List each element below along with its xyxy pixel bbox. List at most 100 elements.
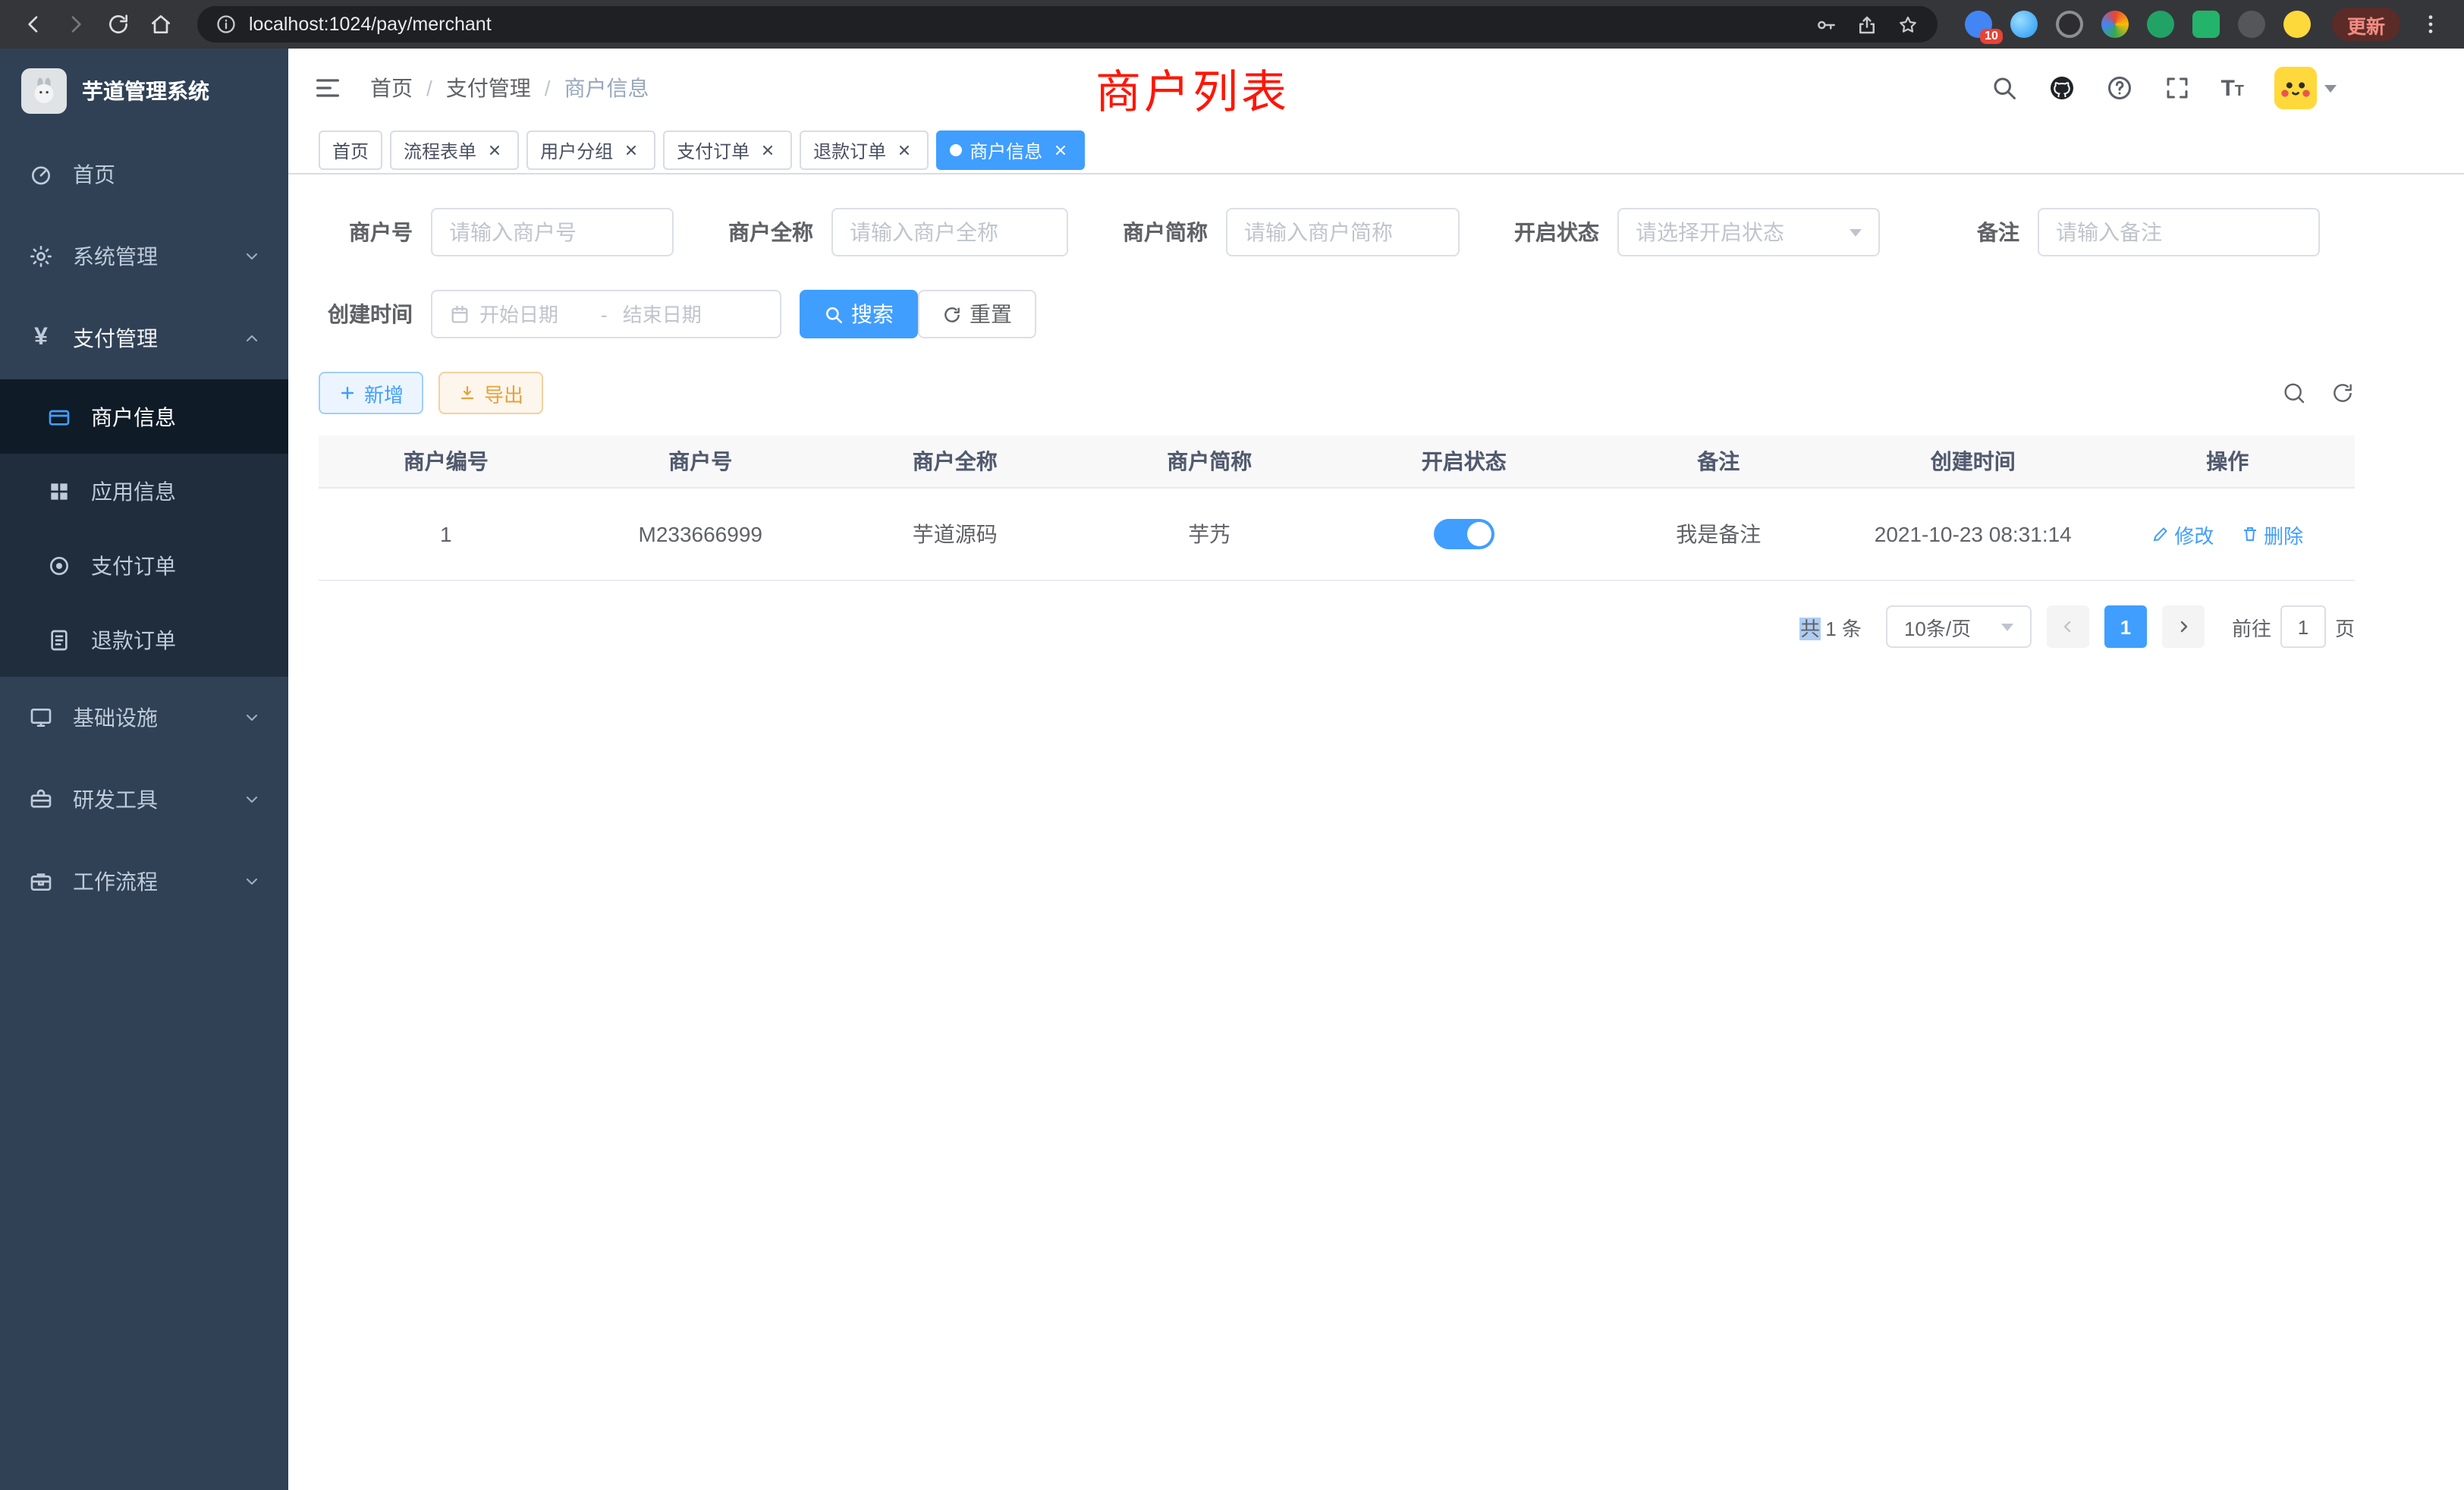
extension-icon-4[interactable] <box>2101 11 2129 38</box>
field-remark: 备注 <box>1925 208 2320 256</box>
tab-user-group[interactable]: 用户分组 <box>526 130 655 170</box>
browser-menu-icon[interactable] <box>2412 6 2449 42</box>
extension-icon-5[interactable] <box>2147 11 2174 38</box>
col-remark: 备注 <box>1592 435 1846 488</box>
page-number-button[interactable]: 1 <box>2104 605 2147 648</box>
merchant-no-input[interactable] <box>431 208 674 256</box>
extension-icon-1[interactable]: 10 <box>1965 11 1992 38</box>
breadcrumb-separator <box>545 76 551 100</box>
password-key-icon[interactable] <box>1815 13 1837 36</box>
fullscreen-icon[interactable] <box>2163 74 2190 102</box>
sidebar-item-infrastructure[interactable]: 基础设施 <box>0 677 288 759</box>
forward-icon[interactable] <box>58 6 94 42</box>
sidebar-item-label: 商户信息 <box>91 401 176 432</box>
tab-home[interactable]: 首页 <box>319 130 382 170</box>
sidebar-item-app-info[interactable]: 应用信息 <box>0 454 288 528</box>
remark-input[interactable] <box>2038 208 2320 256</box>
sidebar: 芋道管理系统 首页 系统管理 ¥ 支付管理 <box>0 49 288 1490</box>
prev-page-button[interactable] <box>2047 605 2089 648</box>
sidebar-item-workflow[interactable]: 工作流程 <box>0 841 288 923</box>
field-label: 商户全称 <box>719 217 813 247</box>
sidebar-item-system[interactable]: 系统管理 <box>0 215 288 297</box>
sidebar-logo[interactable]: 芋道管理系统 <box>0 49 288 134</box>
sidebar-item-label: 退款订单 <box>91 624 176 655</box>
site-info-icon[interactable] <box>215 14 237 35</box>
merchant-short-name-input[interactable] <box>1226 208 1460 256</box>
reload-icon[interactable] <box>100 6 137 42</box>
search-button[interactable]: 搜索 <box>800 290 918 338</box>
refresh-table-icon[interactable] <box>2330 381 2355 405</box>
close-icon[interactable] <box>757 140 778 161</box>
create-time-range-picker[interactable]: - <box>431 290 781 338</box>
page-size-select[interactable]: 10条/页 <box>1886 605 2032 648</box>
tab-refund-orders[interactable]: 退款订单 <box>800 130 929 170</box>
close-icon[interactable] <box>621 140 642 161</box>
end-date-input <box>623 303 729 325</box>
tab-merchant-info[interactable]: 商户信息 <box>936 130 1085 170</box>
close-icon[interactable] <box>1050 140 1071 161</box>
close-icon[interactable] <box>894 140 915 161</box>
breadcrumb-payment[interactable]: 支付管理 <box>446 73 531 103</box>
breadcrumb-home[interactable]: 首页 <box>370 73 413 103</box>
tab-pay-orders[interactable]: 支付订单 <box>663 130 792 170</box>
sidebar-item-payment[interactable]: ¥ 支付管理 <box>0 297 288 379</box>
field-status: 开启状态 请选择开启状态 <box>1505 208 1880 256</box>
tab-process-form[interactable]: 流程表单 <box>390 130 519 170</box>
col-short-name: 商户简称 <box>1083 435 1337 488</box>
font-size-icon[interactable] <box>2220 77 2244 99</box>
goto-label: 前往 <box>2232 612 2271 641</box>
extension-icon-6[interactable] <box>2192 11 2220 38</box>
goto-page-input[interactable] <box>2280 605 2326 648</box>
share-icon[interactable] <box>1856 13 1878 36</box>
sidebar-item-label: 基础设施 <box>73 703 158 733</box>
delete-link[interactable]: 删除 <box>2241 520 2303 549</box>
sidebar-item-refund-orders[interactable]: 退款订单 <box>0 602 288 677</box>
extension-icon-2[interactable] <box>2010 11 2038 38</box>
reset-button[interactable]: 重置 <box>918 290 1036 338</box>
extension-icon-3[interactable] <box>2056 11 2083 38</box>
edit-link[interactable]: 修改 <box>2151 520 2214 549</box>
help-icon[interactable] <box>2105 74 2132 102</box>
export-button[interactable]: 导出 <box>438 372 543 414</box>
extension-icon-8[interactable] <box>2283 11 2311 38</box>
sidebar-item-label: 系统管理 <box>73 241 158 272</box>
status-select[interactable]: 请选择开启状态 <box>1617 208 1880 256</box>
chevron-down-icon <box>243 872 261 891</box>
sidebar-item-home[interactable]: 首页 <box>0 134 288 215</box>
search-form-row-2: 创建时间 - 搜索 <box>319 290 2355 338</box>
extension-icon-7[interactable] <box>2238 11 2265 38</box>
field-label: 创建时间 <box>319 299 413 329</box>
sidebar-item-label: 首页 <box>73 159 115 190</box>
sidebar-item-merchant-info[interactable]: 商户信息 <box>0 379 288 454</box>
sidebar-item-pay-orders[interactable]: 支付订单 <box>0 528 288 602</box>
grid-icon <box>46 479 73 503</box>
browser-update-button[interactable]: 更新 <box>2332 8 2400 41</box>
user-avatar-menu[interactable] <box>2274 67 2337 109</box>
back-icon[interactable] <box>15 6 52 42</box>
avatar <box>2274 67 2317 109</box>
col-full-name: 商户全称 <box>828 435 1083 488</box>
sidebar-item-dev-tools[interactable]: 研发工具 <box>0 759 288 841</box>
address-bar[interactable]: localhost:1024/pay/merchant <box>197 6 1938 42</box>
merchant-table: 商户编号 商户号 商户全称 商户简称 开启状态 备注 创建时间 操作 1 <box>319 435 2355 581</box>
header-search-icon[interactable] <box>1990 74 2017 102</box>
add-button[interactable]: 新增 <box>319 372 423 414</box>
github-icon[interactable] <box>2048 74 2075 102</box>
next-page-button[interactable] <box>2162 605 2205 648</box>
toolbox-icon <box>27 787 55 812</box>
status-toggle[interactable] <box>1434 519 1494 549</box>
chevron-down-icon <box>243 709 261 727</box>
sidebar-item-label: 支付订单 <box>91 550 176 580</box>
merchant-full-name-input[interactable] <box>831 208 1068 256</box>
cell-merchant-id: 1 <box>319 488 574 580</box>
col-status: 开启状态 <box>1337 435 1592 488</box>
bookmark-star-icon[interactable] <box>1897 13 1919 36</box>
home-icon[interactable] <box>143 6 179 42</box>
avatar-caret-icon <box>2324 84 2337 92</box>
app-title: 芋道管理系统 <box>82 76 209 106</box>
close-icon[interactable] <box>484 140 505 161</box>
toggle-search-icon[interactable] <box>2282 381 2306 405</box>
chevron-up-icon <box>243 329 261 347</box>
extension-badge: 10 <box>1980 29 2003 44</box>
sidebar-fold-icon[interactable] <box>313 73 343 103</box>
